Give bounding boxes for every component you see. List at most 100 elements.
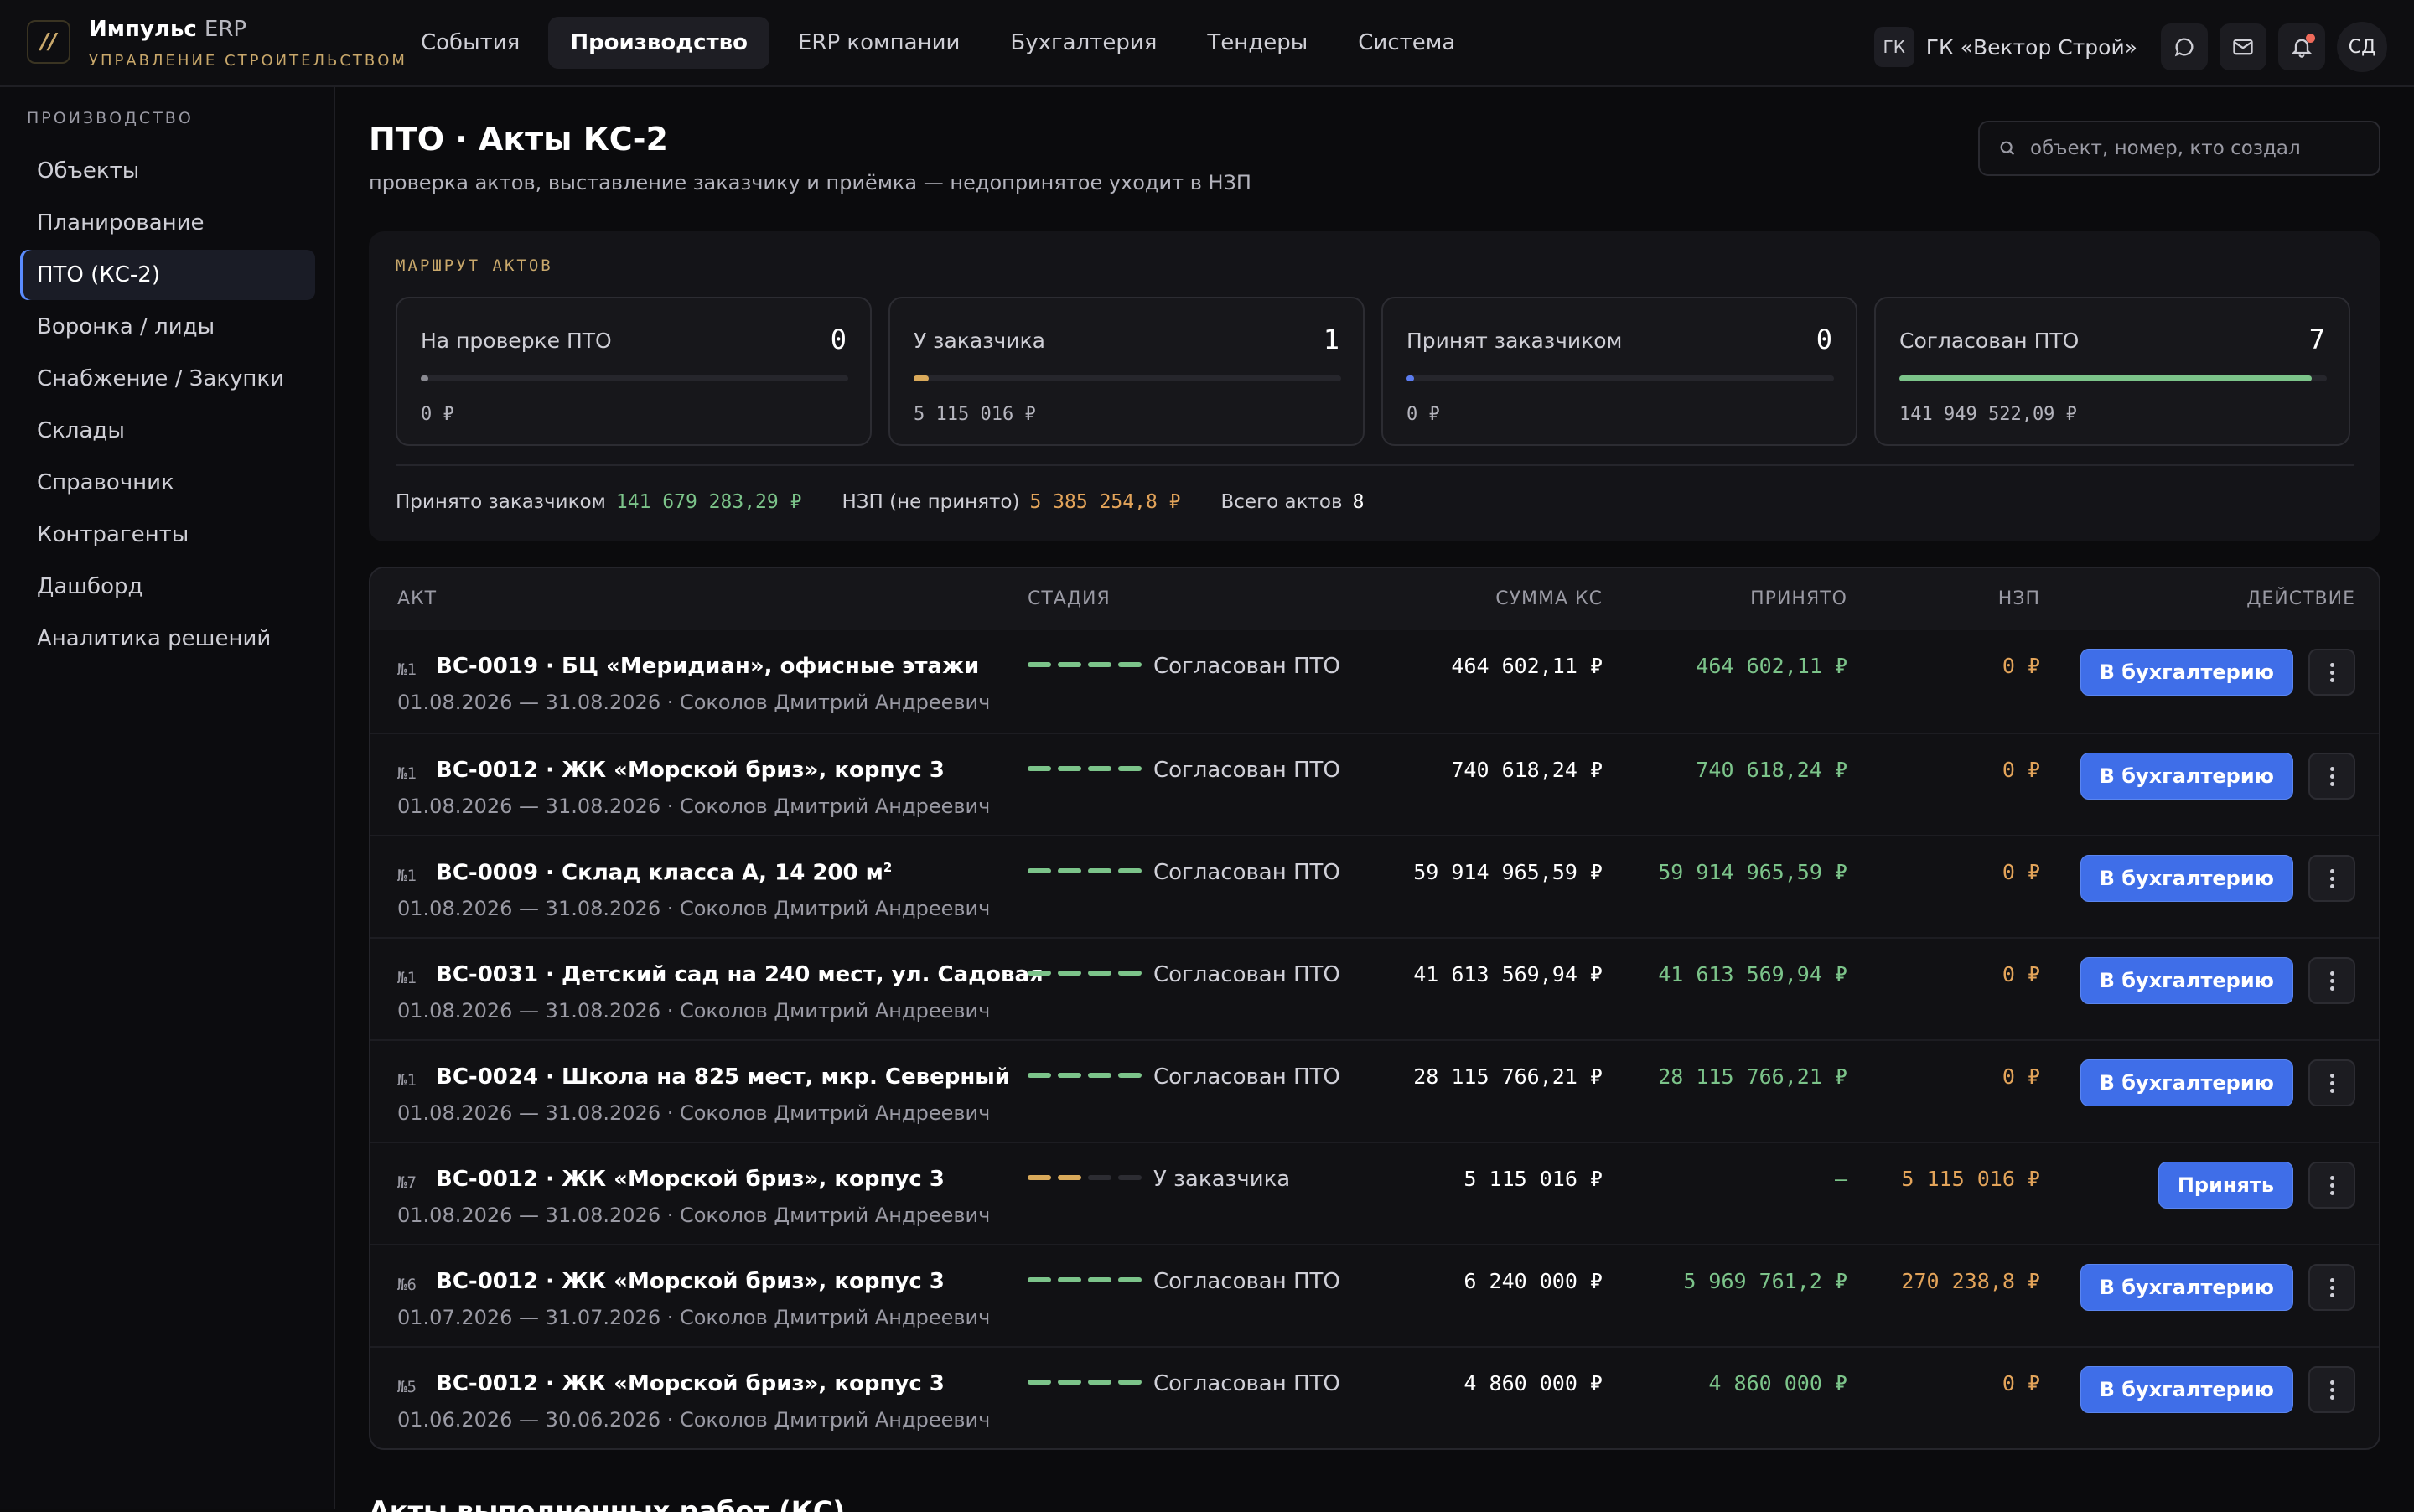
sidebar-item-3[interactable]: Воронка / лиды <box>20 302 315 352</box>
stage-progress <box>914 375 1341 381</box>
stage-card-3[interactable]: Согласован ПТО 7 141 949 522,09 ₽ <box>1874 297 2350 446</box>
avatar[interactable]: СД <box>2337 22 2387 72</box>
nav-item-0[interactable]: События <box>399 17 541 69</box>
more-vertical-icon <box>2329 670 2334 675</box>
sum-value: 4 860 000 ₽ <box>1463 1371 1603 1395</box>
sum-value: 6 240 000 ₽ <box>1463 1269 1603 1293</box>
act-title[interactable]: ВС-0019 · БЦ «Меридиан», офисные этажи <box>436 654 979 679</box>
sidebar-item-0[interactable]: Объекты <box>20 146 315 196</box>
stage-steps <box>1028 868 1142 873</box>
more-button[interactable] <box>2308 1264 2355 1311</box>
nav-item-2[interactable]: ERP компании <box>776 17 982 69</box>
act-title-sup: 2 <box>883 860 893 875</box>
sidebar-item-9[interactable]: Аналитика решений <box>20 614 315 664</box>
act-title[interactable]: ВС-0012 · ЖК «Морской бриз», корпус 3 <box>436 758 945 783</box>
accept-button[interactable]: Принять <box>2158 1162 2293 1209</box>
mail-button[interactable] <box>2220 23 2266 70</box>
act-title[interactable]: ВС-0012 · ЖК «Морской бриз», корпус 3 <box>436 1269 945 1294</box>
act-title[interactable]: ВС-0031 · Детский сад на 240 мест, ул. С… <box>436 962 1044 987</box>
nav-item-3[interactable]: Бухгалтерия <box>988 17 1179 69</box>
app-title: Импульс ERP <box>89 17 246 42</box>
stage-sum: 5 115 016 ₽ <box>914 404 1036 425</box>
search-box[interactable] <box>1978 121 2380 176</box>
stage-step <box>1028 868 1051 873</box>
col-action: ДЕЙСТВИЕ <box>2246 588 2355 609</box>
acts-count-label: Всего актов <box>1220 491 1343 513</box>
sidebar-item-7[interactable]: Контрагенты <box>20 510 315 560</box>
act-title[interactable]: ВС-0012 · ЖК «Морской бриз», корпус 3 <box>436 1167 945 1192</box>
to-accounting-button[interactable]: В бухгалтерию <box>2080 855 2293 902</box>
table-row[interactable]: №7 ВС-0012 · ЖК «Морской бриз», корпус 3 0… <box>370 1142 2379 1244</box>
table-row[interactable]: №1 ВС-0009 · Склад класса А, 14 200 м2 01.… <box>370 835 2379 937</box>
more-button[interactable] <box>2308 855 2355 902</box>
to-accounting-button[interactable]: В бухгалтерию <box>2080 1366 2293 1413</box>
stage-label: Согласован ПТО <box>1153 758 1340 783</box>
more-button[interactable] <box>2308 753 2355 800</box>
route-label: МАРШРУТ АКТОВ <box>396 256 553 275</box>
table-row[interactable]: №1 ВС-0012 · ЖК «Морской бриз», корпус 3 0… <box>370 733 2379 835</box>
nav-item-1[interactable]: Производство <box>548 17 769 69</box>
sidebar-item-2[interactable]: ПТО (КС-2) <box>20 250 315 300</box>
more-button[interactable] <box>2308 1059 2355 1106</box>
to-accounting-button[interactable]: В бухгалтерию <box>2080 1059 2293 1106</box>
more-button[interactable] <box>2308 957 2355 1004</box>
chat-button[interactable] <box>2161 23 2208 70</box>
act-title[interactable]: ВС-0012 · ЖК «Морской бриз», корпус 3 <box>436 1371 945 1396</box>
search-input[interactable] <box>2030 137 2365 159</box>
more-button[interactable] <box>2308 1162 2355 1209</box>
to-accounting-button[interactable]: В бухгалтерию <box>2080 753 2293 800</box>
sum-value: 59 914 965,59 ₽ <box>1413 860 1603 884</box>
stage-card-2[interactable]: Принят заказчиком 0 0 ₽ <box>1381 297 1857 446</box>
table-row[interactable]: №1 ВС-0024 · Школа на 825 мест, мкр. Севе… <box>370 1039 2379 1142</box>
nzp-value: 0 ₽ <box>2002 860 2040 884</box>
stage-progress <box>1406 375 1834 381</box>
chat-icon <box>2174 38 2194 57</box>
stage-steps <box>1028 662 1142 667</box>
col-nzp[interactable]: НЗП <box>1998 588 2040 609</box>
more-vertical-icon <box>2329 1387 2334 1392</box>
sidebar-item-8[interactable]: Дашборд <box>20 562 315 612</box>
sidebar-item-4[interactable]: Снабжение / Закупки <box>20 354 315 404</box>
act-meta: 01.08.2026 — 31.08.2026 · Соколов Дмитри… <box>397 795 991 818</box>
nzp-value: 270 238,8 ₽ <box>1901 1269 2040 1293</box>
sidebar-item-6[interactable]: Справочник <box>20 458 315 508</box>
col-act[interactable]: АКТ <box>397 588 437 609</box>
stage-card-1[interactable]: У заказчика 1 5 115 016 ₽ <box>888 297 1365 446</box>
sidebar-item-1[interactable]: Планирование <box>20 198 315 248</box>
act-title[interactable]: ВС-0009 · Склад класса А, 14 200 м2 <box>436 860 892 886</box>
nzp-value: 5 115 016 ₽ <box>1901 1167 2040 1191</box>
stage-card-0[interactable]: На проверке ПТО 0 0 ₽ <box>396 297 872 446</box>
act-title[interactable]: ВС-0024 · Школа на 825 мест, мкр. Северн… <box>436 1064 1010 1090</box>
col-sum[interactable]: СУММА КС <box>1495 588 1603 609</box>
col-stage[interactable]: СТАДИЯ <box>1028 588 1111 609</box>
org-badge[interactable]: ГК <box>1873 27 1914 67</box>
act-number: №7 <box>397 1173 417 1192</box>
app-title-suffix: ERP <box>204 17 247 42</box>
nav-item-5[interactable]: Система <box>1336 17 1477 69</box>
stage-step <box>1088 971 1111 976</box>
table-row[interactable]: №5 ВС-0012 · ЖК «Морской бриз», корпус 3 0… <box>370 1346 2379 1448</box>
to-accounting-button[interactable]: В бухгалтерию <box>2080 957 2293 1004</box>
to-accounting-button[interactable]: В бухгалтерию <box>2080 1264 2293 1311</box>
logo-icon[interactable]: // <box>27 20 70 64</box>
col-accepted[interactable]: ПРИНЯТО <box>1750 588 1847 609</box>
nav-item-4[interactable]: Тендеры <box>1185 17 1329 69</box>
notifications-button[interactable] <box>2278 23 2325 70</box>
more-button[interactable] <box>2308 1366 2355 1413</box>
table-row[interactable]: №1 ВС-0031 · Детский сад на 240 мест, ул.… <box>370 937 2379 1039</box>
mail-icon <box>2233 39 2253 55</box>
org-name[interactable]: ГК «Вектор Строй» <box>1926 35 2137 60</box>
app-title-main: Импульс <box>89 17 197 42</box>
sidebar-item-5[interactable]: Склады <box>20 406 315 456</box>
stage-step <box>1118 1277 1142 1282</box>
stage-progress-fill <box>1406 375 1415 381</box>
act-meta: 01.08.2026 — 31.08.2026 · Соколов Дмитри… <box>397 1204 991 1227</box>
to-accounting-button[interactable]: В бухгалтерию <box>2080 649 2293 696</box>
stage-sum: 0 ₽ <box>1406 404 1440 425</box>
table-row[interactable]: №6 ВС-0012 · ЖК «Морской бриз», корпус 3 0… <box>370 1244 2379 1346</box>
more-vertical-icon <box>2329 876 2334 881</box>
next-section-title: Акты выполненных работ (КС) <box>369 1495 845 1512</box>
more-button[interactable] <box>2308 649 2355 696</box>
table-row[interactable]: №1 ВС-0019 · БЦ «Меридиан», офисные этажи… <box>370 630 2379 733</box>
accepted-total: Принято заказчиком 141 679 283,29 ₽ <box>396 491 801 513</box>
